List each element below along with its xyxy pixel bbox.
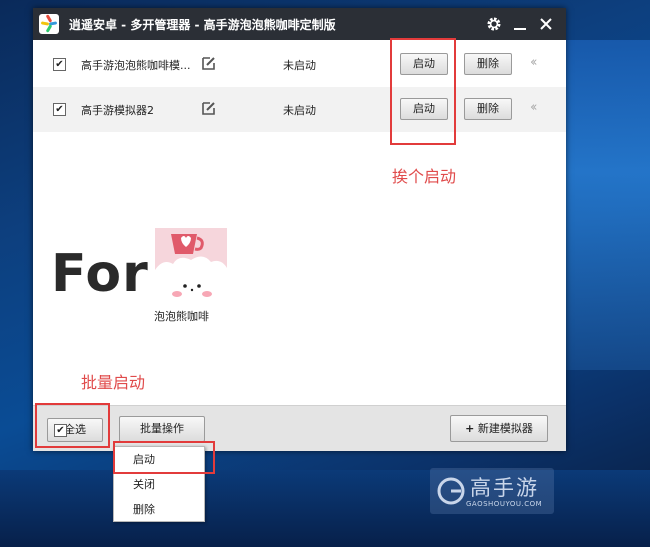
gear-icon[interactable] (483, 12, 505, 36)
title-bar[interactable]: 逍遥安卓 - 多开管理器 - 高手游泡泡熊咖啡定制版 (33, 8, 566, 40)
watermark-url: GAOSHOUYOU.COM (466, 500, 543, 508)
new-emulator-label: 新建模拟器 (477, 422, 533, 435)
delete-button[interactable]: 删除 (464, 53, 512, 75)
select-all-highlight (35, 403, 110, 448)
emulator-name: 高手游泡泡熊咖啡模... (81, 59, 191, 72)
emulator-status: 未启动 (283, 104, 316, 117)
menu-item-close[interactable]: 关闭 (115, 472, 203, 498)
emulator-row: ✔ 高手游泡泡熊咖啡模... 未启动 启动 删除 ‹‹ (33, 42, 566, 87)
row-checkbox[interactable]: ✔ (53, 103, 66, 116)
edit-icon[interactable] (201, 55, 217, 71)
start-each-annotation: 挨个启动 (392, 167, 457, 186)
multi-instance-manager-window: 逍遥安卓 - 多开管理器 - 高手游泡泡熊咖啡定制版 ✔ 高手游泡泡熊咖啡模..… (33, 8, 566, 451)
batch-operation-button[interactable]: 批量操作 (119, 416, 205, 442)
delete-button[interactable]: 删除 (464, 98, 512, 120)
coffee-bear-logo-icon (155, 228, 227, 314)
watermark-text: 高手游 (470, 476, 539, 500)
minimize-icon[interactable] (509, 12, 531, 36)
new-emulator-button[interactable]: + 新建模拟器 (450, 415, 548, 442)
brand-caption: 泡泡熊咖啡 (154, 310, 209, 323)
batch-start-item-highlight (113, 441, 215, 474)
double-chevron-left-icon[interactable]: ‹‹ (530, 55, 538, 70)
row-checkbox[interactable]: ✔ (53, 58, 66, 71)
close-icon[interactable] (535, 12, 557, 36)
watermark-logo-icon (437, 477, 465, 505)
double-chevron-left-icon[interactable]: ‹‹ (530, 100, 538, 115)
emulator-row: ✔ 高手游模拟器2 未启动 启动 删除 ‹‹ (33, 87, 566, 132)
emulator-name: 高手游模拟器2 (81, 104, 154, 117)
plus-icon: + (465, 422, 475, 435)
edit-icon[interactable] (201, 100, 217, 116)
emulator-status: 未启动 (283, 59, 316, 72)
app-logo-icon (39, 14, 59, 34)
batch-start-annotation: 批量启动 (81, 373, 146, 392)
start-buttons-highlight (390, 38, 456, 145)
window-title: 逍遥安卓 - 多开管理器 - 高手游泡泡熊咖啡定制版 (69, 18, 336, 32)
brand-for-text: For (51, 244, 149, 304)
menu-item-delete[interactable]: 删除 (115, 497, 203, 523)
